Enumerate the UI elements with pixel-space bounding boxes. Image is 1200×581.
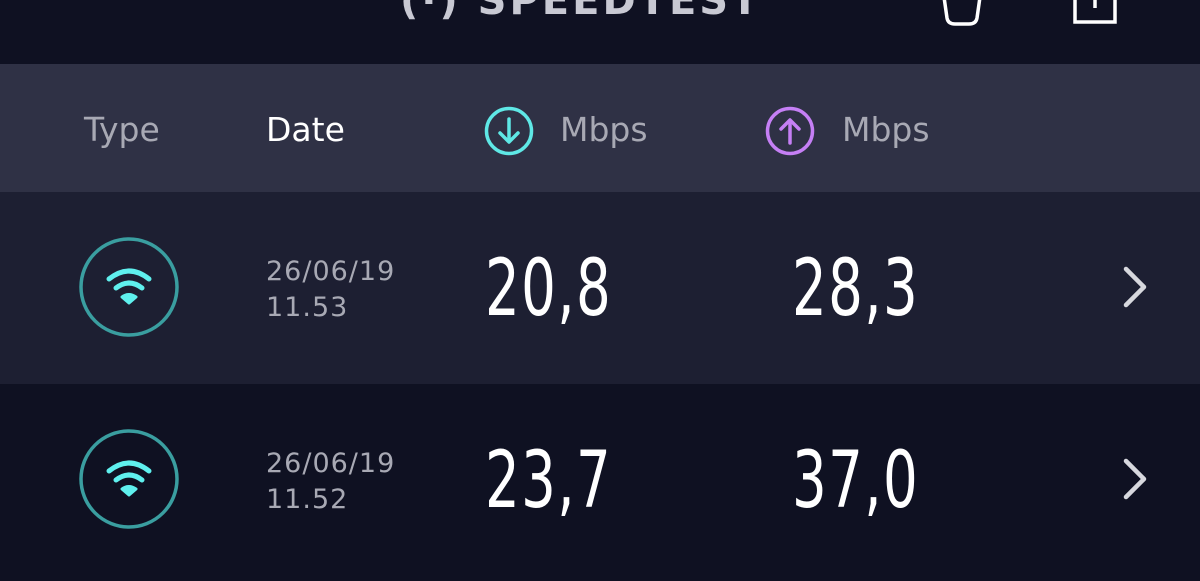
- result-date: 26/06/19: [266, 448, 396, 479]
- result-time: 11.52: [266, 484, 349, 515]
- upload-speed-value: 37,0: [792, 436, 920, 526]
- download-speed-value: 23,7: [485, 436, 613, 526]
- column-type-label[interactable]: Type: [84, 110, 160, 149]
- column-download-label[interactable]: Mbps: [560, 110, 648, 149]
- upload-speed-value: 28,3: [792, 244, 920, 334]
- cup-icon[interactable]: [937, 0, 987, 26]
- chevron-right-icon[interactable]: [1120, 456, 1150, 502]
- app-title: (·) SPEEDTEST: [400, 0, 762, 24]
- column-upload-label[interactable]: Mbps: [842, 110, 930, 149]
- wifi-icon: [79, 429, 179, 529]
- result-time: 11.53: [266, 292, 349, 323]
- download-arrow-icon: [484, 106, 534, 156]
- result-date: 26/06/19: [266, 256, 396, 287]
- wifi-icon: [79, 237, 179, 337]
- result-row[interactable]: 26/06/19 11.52 23,7 37,0: [0, 384, 1200, 581]
- upload-arrow-icon: [765, 106, 815, 156]
- column-date-label[interactable]: Date: [266, 110, 345, 149]
- chevron-right-icon[interactable]: [1120, 264, 1150, 310]
- download-speed-value: 20,8: [485, 244, 613, 334]
- result-row[interactable]: 26/06/19 11.53 20,8 28,3: [0, 192, 1200, 384]
- top-bar: (·) SPEEDTEST: [0, 0, 1200, 64]
- share-icon[interactable]: [1070, 0, 1120, 26]
